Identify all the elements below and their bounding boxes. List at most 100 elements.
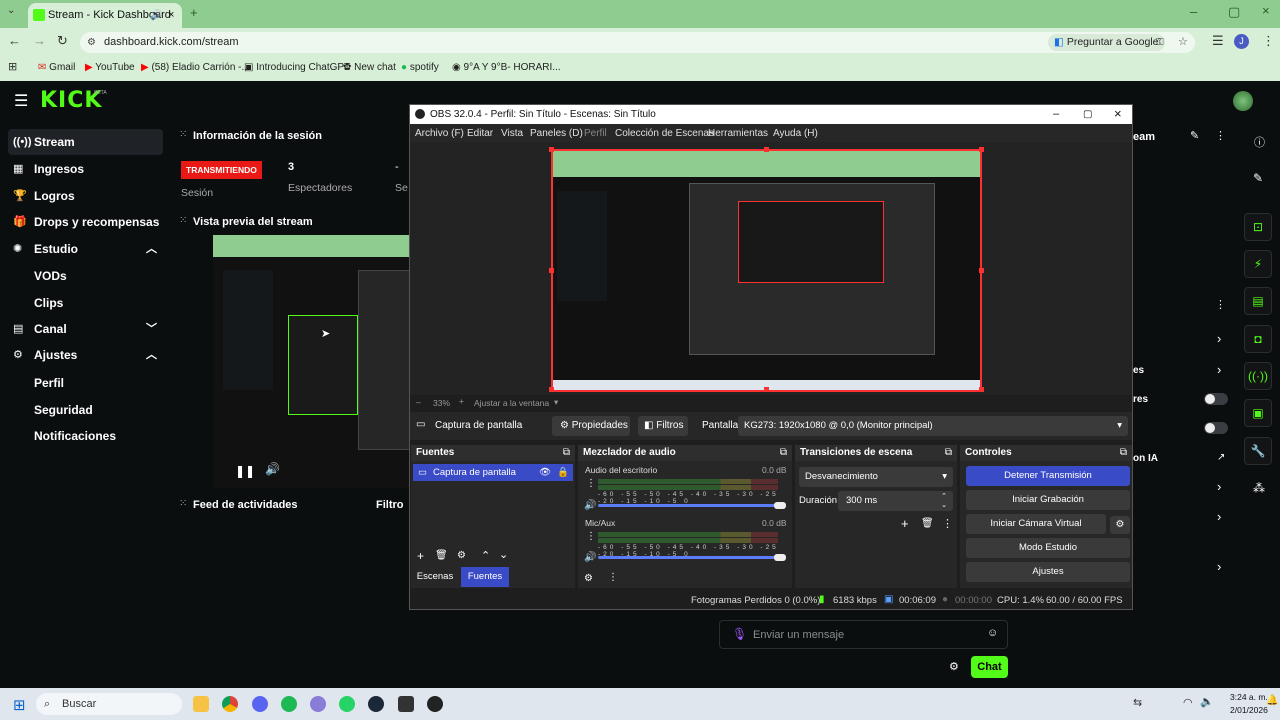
obs-maximize-icon[interactable]: ▢ [1083, 105, 1092, 124]
volume-slider-knob[interactable] [774, 554, 786, 561]
external-link-icon[interactable]: ↗ [1217, 452, 1225, 463]
tool-button-capture[interactable]: ⊡ [1244, 213, 1272, 241]
transform-handle[interactable] [549, 268, 554, 273]
lock-icon[interactable]: 🔒 [557, 464, 569, 481]
sidebar-item-logros[interactable]: 🏆 Logros [8, 183, 163, 209]
tab-scenes[interactable]: Escenas [413, 567, 457, 587]
minimize-icon[interactable]: – [1190, 4, 1197, 19]
drag-nodes-icon[interactable]: ⁂ [1253, 481, 1265, 495]
clock-time[interactable]: 3:24 a. m. [1230, 692, 1268, 702]
bookmark-chatgpt[interactable]: ▣ Introducing ChatGPT [244, 62, 350, 73]
obs-taskbar-icon[interactable] [427, 696, 443, 712]
tab-close-icon[interactable]: × [168, 3, 174, 28]
transform-handle[interactable] [549, 387, 554, 392]
zoom-in-icon[interactable]: + [459, 396, 464, 406]
tool-button-tools[interactable]: 🔧 [1244, 437, 1272, 465]
discord-icon[interactable] [252, 696, 268, 712]
advanced-audio-icon[interactable]: ⚙ [584, 573, 593, 584]
settings-button[interactable]: Ajustes [966, 562, 1130, 582]
translate-chip[interactable]: ◧ Preguntar a Google [1048, 34, 1165, 51]
properties-button[interactable]: ⚙ Propiedades [552, 416, 630, 436]
new-tab-icon[interactable]: + [190, 5, 198, 20]
pencil-icon[interactable]: ✎ [1253, 171, 1263, 185]
sidebar-item-canal[interactable]: ▤ Canal ﹀ [8, 316, 163, 342]
clock-date[interactable]: 2/01/2026 [1230, 705, 1268, 715]
obs-menu-vista[interactable]: Vista [501, 128, 523, 139]
tab-list-icon[interactable]: ⌄ [7, 5, 15, 16]
fit-window-button[interactable]: Ajustar a la ventana [474, 398, 549, 408]
wifi-icon[interactable]: ◠ [1183, 696, 1193, 709]
start-recording-button[interactable]: Iniciar Grabación [966, 490, 1130, 510]
speaker-icon[interactable]: 🔊 [584, 552, 596, 563]
transform-handle[interactable] [764, 387, 769, 392]
notifications-bell-icon[interactable]: 🔔 [1266, 695, 1278, 706]
bookmark-spotify[interactable]: ● spotify [401, 62, 439, 73]
source-settings-icon[interactable]: ⚙ [457, 550, 466, 561]
obs-menu-paneles[interactable]: Paneles (D) [530, 128, 583, 139]
microphone-icon[interactable]: 🎙 [732, 627, 747, 641]
transition-select[interactable]: Desvanecimiento ▾ [799, 467, 953, 487]
transition-menu-icon[interactable]: ⋮ [942, 517, 953, 530]
windows-start-icon[interactable]: ⊞ [13, 696, 26, 714]
source-item[interactable]: ▭ Captura de pantalla 👁 🔒 [413, 464, 573, 481]
emoji-icon[interactable]: ☺ [987, 627, 998, 639]
filters-button[interactable]: ◧ Filtros [638, 416, 688, 436]
roblox-icon[interactable] [398, 696, 414, 712]
toggle-switch[interactable] [1204, 422, 1228, 434]
obs-minimize-icon[interactable]: – [1053, 105, 1059, 124]
browser-tab[interactable]: Stream - Kick Dashboard 🔊 × [28, 3, 182, 28]
chevron-right-icon[interactable]: › [1217, 509, 1221, 524]
stream-preview-video[interactable]: ➤ ❚❚ 🔊 [213, 235, 413, 488]
duration-spinbox[interactable]: 300 ms ⌃ ⌄ [838, 491, 953, 511]
cast-icon[interactable]: ☰ [1212, 33, 1224, 49]
taskbar-search[interactable]: ⌕ Buscar [36, 693, 182, 715]
move-up-icon[interactable]: ⌃ [481, 549, 490, 562]
volume-slider[interactable] [598, 556, 784, 559]
obs-close-icon[interactable]: × [1114, 104, 1122, 123]
sidebar-item-estudio[interactable]: ✺ Estudio ︿ [8, 236, 163, 262]
whatsapp-icon[interactable] [339, 696, 355, 712]
tab-audio-icon[interactable]: 🔊 [150, 3, 162, 28]
sidebar-item-vods[interactable]: VODs [34, 269, 67, 283]
profile-avatar[interactable]: J [1234, 34, 1249, 49]
sidebar-item-ajustes[interactable]: ⚙ Ajustes ︿ [8, 342, 163, 368]
sidebar-item-notificaciones[interactable]: Notificaciones [34, 429, 116, 443]
add-transition-icon[interactable]: + [901, 516, 909, 531]
obs-menu-ayuda[interactable]: Ayuda (H) [773, 128, 818, 139]
move-down-icon[interactable]: ⌄ [499, 548, 508, 561]
volume-slider-knob[interactable] [774, 502, 786, 509]
sidebar-item-seguridad[interactable]: Seguridad [34, 403, 93, 417]
zoom-dropdown-icon[interactable]: ▾ [554, 397, 558, 408]
address-bar[interactable]: ⚙ dashboard.kick.com/stream ◧ Preguntar … [80, 32, 1195, 53]
sidebar-item-stream[interactable]: ((•)) Stream [8, 129, 163, 155]
bookmark-gmail[interactable]: ✉ Gmail [38, 62, 75, 73]
undock-icon[interactable]: ⧉ [945, 445, 952, 461]
speaker-icon[interactable]: 🔊 [584, 500, 596, 511]
mixer-menu-icon[interactable]: ⋮ [608, 572, 618, 583]
obs-menu-herramientas[interactable]: Herramientas [708, 128, 768, 139]
menu-dots-icon[interactable]: ⋮ [1262, 33, 1275, 49]
volume-slider[interactable] [598, 504, 784, 507]
obs-menu-escenas[interactable]: Colección de Escenas [615, 128, 714, 139]
undock-icon[interactable]: ⧉ [563, 445, 570, 461]
toggle-switch[interactable] [1204, 393, 1228, 405]
chat-send-button[interactable]: Chat [971, 656, 1008, 678]
tool-button-media[interactable]: ▣ [1244, 399, 1272, 427]
apps-grid-icon[interactable]: ⊞ [8, 60, 17, 73]
virtual-camera-settings-icon[interactable]: ⚙ [1110, 516, 1130, 534]
chevron-right-icon[interactable]: › [1217, 479, 1221, 494]
spotify-icon[interactable] [281, 696, 297, 712]
sidebar-item-perfil[interactable]: Perfil [34, 376, 64, 390]
chevron-right-icon[interactable]: › [1217, 362, 1221, 377]
hamburger-menu-icon[interactable]: ☰ [14, 91, 28, 111]
chevron-right-icon[interactable]: › [1217, 331, 1221, 346]
app-settings-icon[interactable] [310, 696, 326, 712]
sidebar-item-drops[interactable]: 🎁 Drops y recompensas [8, 209, 163, 235]
chat-settings-icon[interactable]: ⚙ [949, 660, 959, 673]
start-virtual-camera-button[interactable]: Iniciar Cámara Virtual [966, 514, 1106, 534]
remove-transition-icon[interactable]: 🗑 [921, 518, 934, 529]
channel-menu-icon[interactable]: ⋮ [586, 478, 596, 489]
obs-menu-archivo[interactable]: Archivo (F) [415, 128, 464, 139]
edit-pencil-icon[interactable]: ✎ [1190, 129, 1199, 142]
undock-icon[interactable]: ⧉ [1120, 445, 1127, 461]
